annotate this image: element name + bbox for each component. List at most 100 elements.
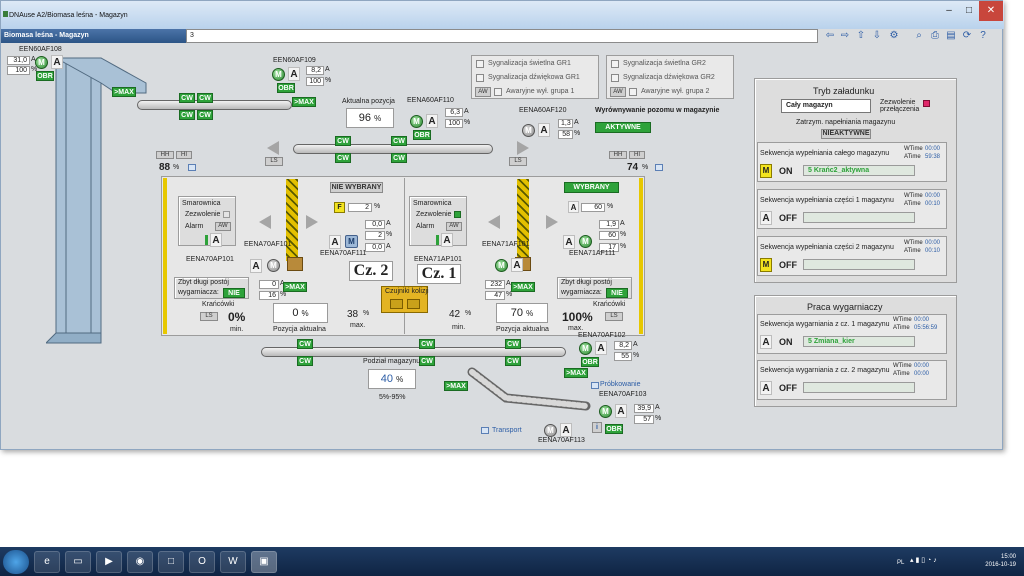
af101-motor[interactable]: M [267,259,280,272]
ie-icon[interactable]: e [34,551,60,573]
af109-motor[interactable]: M [272,68,285,81]
signal-gr1-fault-checkbox[interactable] [494,88,502,96]
af113-auto[interactable]: A [560,423,572,437]
af109-auto[interactable]: A [288,67,300,81]
current-position-unit: % [374,114,382,123]
af110-auto[interactable]: A [426,114,438,128]
elevator-drawing [44,57,147,344]
signal-gr1-sound-checkbox[interactable] [476,74,484,82]
af103-motor[interactable]: M [599,405,612,418]
media-icon[interactable]: ▶ [96,551,122,573]
sampling-icon[interactable] [591,382,599,389]
outlook-icon[interactable]: O [189,551,215,573]
forward-icon[interactable]: ⇨ [839,30,851,42]
window-icon[interactable]: □ [158,551,184,573]
distribution-value: 40 [380,373,394,385]
explorer-icon[interactable]: ▭ [65,551,91,573]
dnause-icon[interactable]: ▣ [251,551,277,573]
atime-label: ATime [893,325,910,331]
help-icon[interactable]: ? [977,30,989,42]
loading-stop-state[interactable]: NIEAKTYWNE [821,129,871,139]
chrome-icon[interactable]: ◉ [127,551,153,573]
silo2-standstill-panel: Zbyt długi postój wygarniacza: NIE [174,277,249,299]
screen-number-input[interactable]: 3 [186,29,818,43]
af101-auto[interactable]: A [250,259,262,273]
tray-icons[interactable]: ▴ ▮ ▯ ◔ ♪ [910,556,970,570]
af102-auto[interactable]: A [595,341,607,355]
af111-value-3-unit: A [386,243,391,250]
af71-101-auto[interactable]: A [511,258,523,272]
right-level-unit: % [642,164,649,171]
silo1-state-button[interactable]: WYBRANY [564,182,619,193]
af71-111-auto[interactable]: A [563,235,575,249]
fill-sequence-mode[interactable]: A [760,211,772,225]
print-icon[interactable]: ⎙ [929,30,941,42]
back-icon[interactable]: ⇦ [824,30,836,42]
af71-101-motor[interactable]: M [495,259,508,272]
settings-icon[interactable]: ⚙ [888,30,900,42]
lubricator-2-auto[interactable]: A [210,233,222,247]
af120-auto[interactable]: A [538,123,550,137]
af120-motor[interactable]: M [522,124,535,137]
zoom-icon[interactable]: ⌕ [913,30,925,42]
fill-sequence-mode[interactable]: M [760,164,772,178]
af71-111-motor[interactable]: M [579,235,592,248]
fill-sequence-mode[interactable]: M [760,258,772,272]
language-indicator[interactable]: PL [897,559,904,567]
af111-motor[interactable]: M [345,235,358,248]
leveling-state[interactable]: AKTYWNE [595,122,651,133]
silo1-raker-label: wygarniacza: [561,289,602,296]
atime-value: 00:10 [925,248,941,254]
af110-current-unit: A [464,108,469,115]
af111-value-1: 0,0 [365,220,385,229]
af102-motor[interactable]: M [579,342,592,355]
trend-icon[interactable] [188,164,196,171]
info-icon[interactable]: i [592,422,602,433]
af71-101-percent-unit: % [506,291,513,298]
close-button[interactable]: ✕ [979,1,1003,21]
af111-auto[interactable]: A [329,235,341,249]
word-icon[interactable]: W [220,551,246,573]
distribution-box[interactable]: 40 % [368,369,416,389]
lubricator-1-panel: Smarownica Zezwolenie Alarm AW A [409,196,467,247]
conveyor-af109 [137,100,292,110]
af110-motor[interactable]: M [410,115,423,128]
transport-link[interactable]: Transport [492,427,522,434]
transport-icon[interactable] [481,427,489,434]
cw-3: CW [179,110,195,120]
wtime-label: WTime [893,317,912,323]
af113-motor[interactable]: M [544,424,557,437]
silo1-name: Cz. 1 [417,264,461,284]
silo1-auto[interactable]: A [568,201,579,213]
start-button[interactable] [3,550,29,574]
af103-auto[interactable]: A [615,404,627,418]
up-icon[interactable]: ⇧ [855,30,867,42]
rake-sequence-mode[interactable]: A [760,381,772,395]
rake-sequence-mode[interactable]: A [760,335,772,349]
lubricator-1-permit-label: Zezwolenie [416,211,452,218]
sampling-link[interactable]: Próbkowanie [600,381,640,388]
hi-left: HI [176,151,192,159]
cw-4: CW [197,110,213,120]
silo2-state-button[interactable]: NIE WYBRANY [330,182,383,193]
signal-gr2-sound-checkbox[interactable] [611,74,619,82]
signal-gr2-light-checkbox[interactable] [611,60,619,68]
trend-icon-2[interactable] [655,164,663,171]
af108-motor[interactable]: M [35,56,48,69]
chart-icon[interactable]: ▤ [945,30,957,42]
loading-mode-select[interactable]: Cały magazyn [781,99,871,113]
af108-auto[interactable]: A [51,55,63,69]
signal-gr1-light-checkbox[interactable] [476,60,484,68]
clock[interactable]: 15:00 2016-10-19 [976,553,1016,569]
lubricator-1-auto[interactable]: A [441,233,453,247]
silo2-f-unit: % [374,203,381,210]
app-icon [3,11,8,17]
signal-gr2-fault-checkbox[interactable] [629,88,637,96]
max-badge-4: >MAX [511,282,535,292]
cw-5: CW [335,136,351,146]
refresh-icon[interactable]: ⟳ [961,30,973,42]
down-icon[interactable]: ⇩ [871,30,883,42]
minimize-button[interactable]: – [939,1,959,21]
maximize-button[interactable]: □ [959,1,979,21]
cw-11: CW [419,339,435,349]
